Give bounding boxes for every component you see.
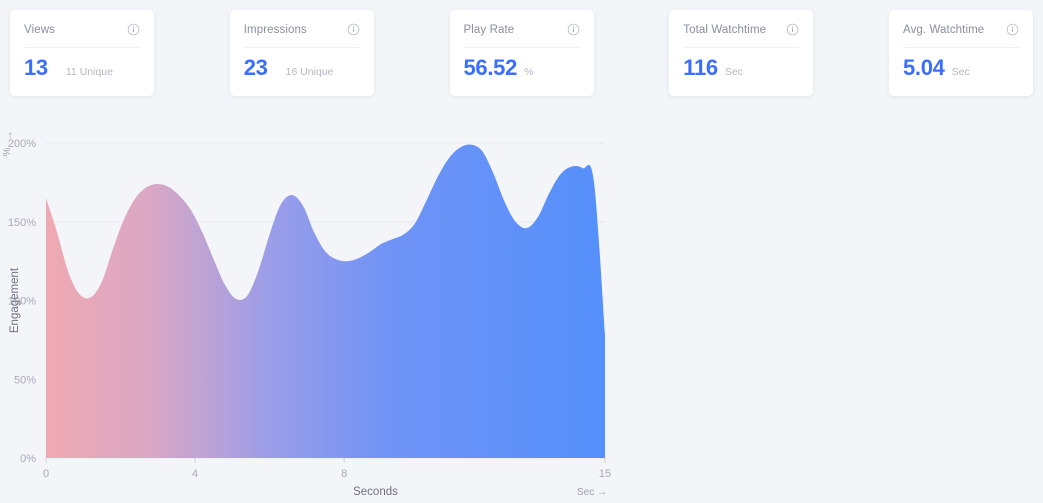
card-body: 5.04 Sec bbox=[903, 57, 1019, 79]
info-icon[interactable] bbox=[127, 23, 140, 36]
x-axis-unit: Sec → bbox=[577, 487, 607, 498]
engagement-area bbox=[46, 144, 605, 458]
card-header: Views bbox=[24, 21, 140, 38]
x-tick-label: 0 bbox=[43, 468, 49, 480]
card-divider bbox=[464, 47, 580, 48]
card-value: 5.04 bbox=[903, 57, 945, 79]
card-value: 23 bbox=[244, 57, 268, 79]
card-header: Impressions bbox=[244, 21, 360, 38]
info-icon[interactable] bbox=[347, 23, 360, 36]
info-icon[interactable] bbox=[786, 23, 799, 36]
x-tick-label: 8 bbox=[341, 468, 347, 480]
card-value: 116 bbox=[683, 57, 718, 79]
card-unit: 11 Unique bbox=[66, 66, 113, 78]
stat-card-avg-watchtime[interactable]: Avg. Watchtime 5.04 Sec bbox=[889, 10, 1033, 96]
card-divider bbox=[903, 47, 1019, 48]
card-unit: Sec bbox=[952, 66, 970, 78]
stat-card-views[interactable]: Views 13 11 Unique bbox=[10, 10, 154, 96]
card-divider bbox=[244, 47, 360, 48]
card-divider bbox=[24, 47, 140, 48]
x-tick-label: 4 bbox=[192, 468, 198, 480]
engagement-chart: 0%50%100%150%200% 04815 Engagement Secon… bbox=[0, 118, 680, 503]
card-unit: % bbox=[524, 66, 533, 78]
card-body: 13 11 Unique bbox=[24, 57, 140, 79]
card-body: 116 Sec bbox=[683, 57, 799, 79]
info-icon[interactable] bbox=[1006, 23, 1019, 36]
card-value: 56.52 bbox=[464, 57, 518, 79]
card-header: Play Rate bbox=[464, 21, 580, 38]
y-tick-label: 0% bbox=[20, 453, 36, 465]
info-icon[interactable] bbox=[567, 23, 580, 36]
card-title: Play Rate bbox=[464, 24, 515, 36]
card-title: Views bbox=[24, 24, 55, 36]
y-axis-label: Engagement bbox=[9, 267, 21, 333]
x-tick-label: 15 bbox=[599, 468, 611, 480]
y-tick-label: 50% bbox=[14, 374, 36, 386]
card-header: Avg. Watchtime bbox=[903, 21, 1019, 38]
y-axis-unit: % bbox=[2, 147, 13, 156]
card-unit: Sec bbox=[725, 66, 743, 78]
card-divider bbox=[683, 47, 799, 48]
card-header: Total Watchtime bbox=[683, 21, 799, 38]
card-title: Total Watchtime bbox=[683, 24, 766, 36]
stat-card-play-rate[interactable]: Play Rate 56.52 % bbox=[450, 10, 594, 96]
stat-cards-row: Views 13 11 Unique Impressions 23 16 Uni… bbox=[0, 10, 1043, 98]
chart-xtick-labels: 0 4 8 15 bbox=[43, 458, 611, 480]
card-unit: 16 Unique bbox=[286, 66, 334, 78]
stat-card-impressions[interactable]: Impressions 23 16 Unique bbox=[230, 10, 374, 96]
card-body: 56.52 % bbox=[464, 57, 580, 79]
card-title: Avg. Watchtime bbox=[903, 24, 984, 36]
engagement-chart-svg: 0%50%100%150%200% 04815 Engagement Secon… bbox=[0, 118, 680, 503]
y-tick-label: 150% bbox=[8, 217, 36, 229]
card-body: 23 16 Unique bbox=[244, 57, 360, 79]
y-axis-arrow: ↑ bbox=[8, 130, 13, 141]
stat-card-total-watchtime[interactable]: Total Watchtime 116 Sec bbox=[669, 10, 813, 96]
card-title: Impressions bbox=[244, 24, 307, 36]
card-value: 13 bbox=[24, 57, 48, 79]
x-axis-label: Seconds bbox=[353, 486, 398, 498]
